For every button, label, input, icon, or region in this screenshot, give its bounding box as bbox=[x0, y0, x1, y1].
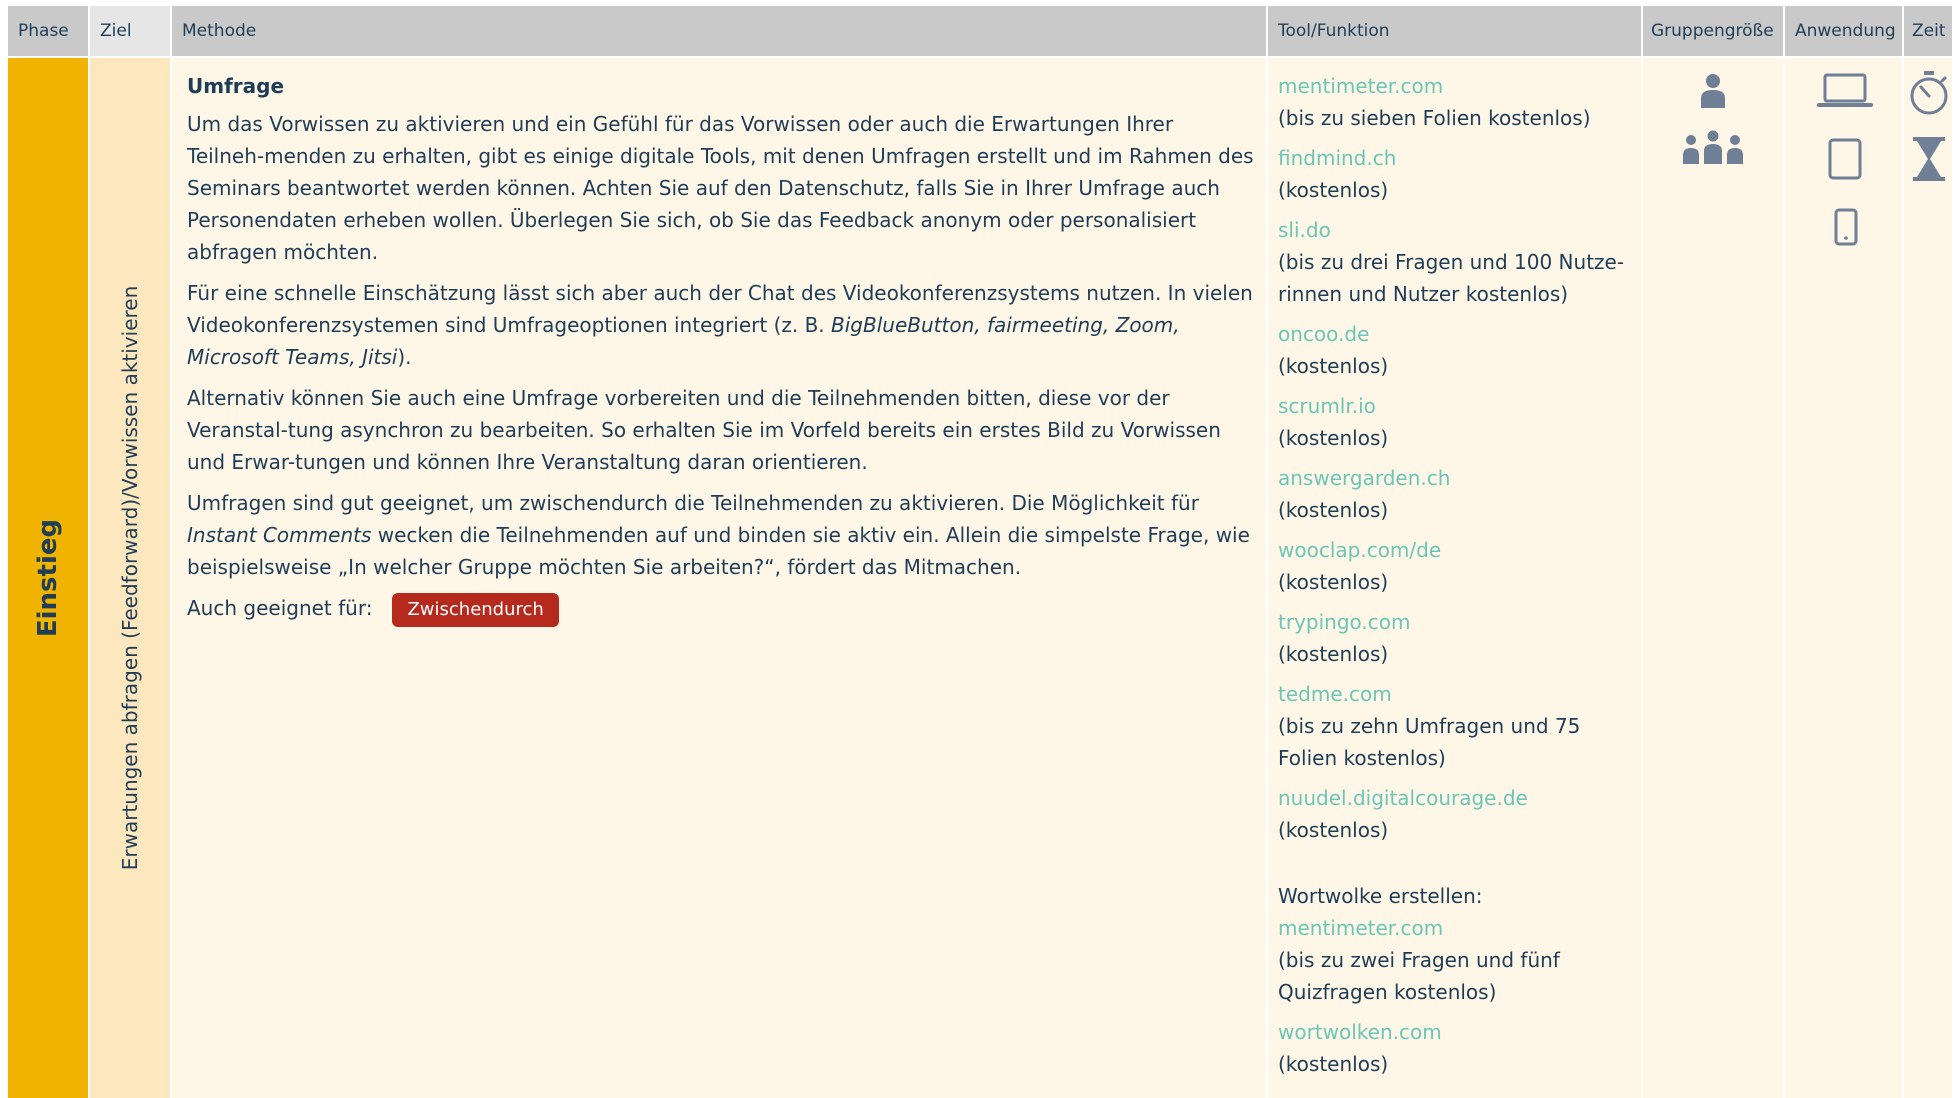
tool-link[interactable]: mentimeter.com bbox=[1278, 70, 1633, 102]
group-icon bbox=[1683, 130, 1743, 164]
tool-item: oncoo.de (kostenlos) bbox=[1278, 318, 1633, 382]
tool-spacer bbox=[1278, 854, 1633, 880]
phase-cell: Einstieg bbox=[8, 58, 88, 1098]
wortwolke-item: mentimeter.com (bis zu zwei Fragen und fü… bbox=[1278, 912, 1633, 1008]
wortwolke-note: (bis zu zwei Fragen und fünf Quizfragen … bbox=[1278, 948, 1560, 1004]
tool-item: sli.do (bis zu drei Fragen und 100 Nutze-… bbox=[1278, 214, 1633, 310]
also-suitable-row: Auch geeignet für: Zwischendurch bbox=[187, 592, 1256, 627]
wortwolke-note: (kostenlos) bbox=[1278, 1052, 1389, 1076]
wortwolke-item: wortwolken.com (kostenlos) bbox=[1278, 1016, 1633, 1080]
tool-link[interactable]: nuudel.digitalcourage.de bbox=[1278, 782, 1633, 814]
methode-paragraph-2: Für eine schnelle Einschätzung lässt sic… bbox=[187, 281, 1253, 369]
method-table: Phase Ziel Methode Tool/Funktion Gruppen… bbox=[8, 6, 1952, 1098]
ziel-cell: Erwartungen abfragen (Feedforward)/Vorwi… bbox=[90, 58, 170, 1098]
methode-paragraph-4: Umfragen sind gut geeignet, um zwischend… bbox=[187, 491, 1250, 579]
tool-link[interactable]: trypingo.com bbox=[1278, 606, 1633, 638]
tool-cell: mentimeter.com (bis zu sieben Folien kost… bbox=[1268, 58, 1641, 1098]
gruppe-cell bbox=[1643, 58, 1783, 1098]
tablet-icon bbox=[1828, 138, 1862, 180]
header-tool: Tool/Funktion bbox=[1268, 6, 1641, 56]
instant-comments-term: Instant Comments bbox=[187, 523, 372, 547]
tool-item: scrumlr.io (kostenlos) bbox=[1278, 390, 1633, 454]
methode-cell: Umfrage Um das Vorwissen zu aktivieren u… bbox=[172, 58, 1266, 1098]
tool-link[interactable]: tedme.com bbox=[1278, 678, 1633, 710]
header-phase: Phase bbox=[8, 6, 88, 56]
tool-item: mentimeter.com (bis zu sieben Folien kost… bbox=[1278, 70, 1633, 134]
tool-note: (bis zu zehn Umfragen und 75 Folien kost… bbox=[1278, 714, 1581, 770]
zwischendurch-badge[interactable]: Zwischendurch bbox=[392, 593, 559, 627]
tool-note: (kostenlos) bbox=[1278, 178, 1389, 202]
also-suitable-label: Auch geeignet für: bbox=[187, 596, 373, 620]
hourglass-icon bbox=[1913, 137, 1945, 181]
tool-note: (kostenlos) bbox=[1278, 426, 1389, 450]
methode-title: Umfrage bbox=[187, 74, 285, 98]
stopwatch-icon bbox=[1910, 71, 1948, 115]
tool-note: (kostenlos) bbox=[1278, 354, 1389, 378]
person-icon bbox=[1701, 74, 1725, 108]
anwendung-cell bbox=[1785, 58, 1902, 1098]
tool-link[interactable]: wooclap.com/de bbox=[1278, 534, 1633, 566]
wortwolke-link[interactable]: wortwolken.com bbox=[1278, 1016, 1633, 1048]
methode-paragraph-3: Alternativ können Sie auch eine Umfrage … bbox=[187, 386, 1221, 474]
tool-item: trypingo.com (kostenlos) bbox=[1278, 606, 1633, 670]
laptop-icon bbox=[1817, 73, 1873, 107]
methode-paragraph-1: Um das Vorwissen zu aktivieren und ein G… bbox=[187, 112, 1254, 264]
tool-link[interactable]: oncoo.de bbox=[1278, 318, 1633, 350]
wortwolke-link[interactable]: mentimeter.com bbox=[1278, 912, 1633, 944]
tool-item: nuudel.digitalcourage.de (kostenlos) bbox=[1278, 782, 1633, 846]
tool-note: (kostenlos) bbox=[1278, 498, 1389, 522]
tool-link[interactable]: sli.do bbox=[1278, 214, 1633, 246]
tool-link[interactable]: scrumlr.io bbox=[1278, 390, 1633, 422]
tool-item: wooclap.com/de (kostenlos) bbox=[1278, 534, 1633, 598]
tool-list: mentimeter.com (bis zu sieben Folien kost… bbox=[1268, 58, 1641, 1080]
tool-link[interactable]: findmind.ch bbox=[1278, 142, 1633, 174]
wortwolke-label: Wortwolke erstellen: bbox=[1278, 884, 1483, 908]
tool-note: (bis zu sieben Folien kostenlos) bbox=[1278, 106, 1591, 130]
header-methode: Methode bbox=[172, 6, 1266, 56]
tool-note: (kostenlos) bbox=[1278, 570, 1389, 594]
tool-note: (kostenlos) bbox=[1278, 642, 1389, 666]
tool-item: findmind.ch (kostenlos) bbox=[1278, 142, 1633, 206]
phase-label: Einstieg bbox=[33, 518, 63, 638]
smartphone-icon bbox=[1834, 208, 1858, 246]
tool-note: (bis zu drei Fragen und 100 Nutze-rinnen… bbox=[1278, 250, 1625, 306]
header-anwendung: Anwendung bbox=[1785, 6, 1902, 56]
header-zeit: Zeit bbox=[1904, 6, 1952, 56]
zeit-cell bbox=[1904, 58, 1952, 1098]
header-gruppe: Gruppengröße bbox=[1643, 6, 1783, 56]
ziel-label: Erwartungen abfragen (Feedforward)/Vorwi… bbox=[118, 285, 142, 871]
tool-note: (kostenlos) bbox=[1278, 818, 1389, 842]
tool-item: tedme.com (bis zu zehn Umfragen und 75 Fo… bbox=[1278, 678, 1633, 774]
tool-item: answergarden.ch (kostenlos) bbox=[1278, 462, 1633, 526]
tool-link[interactable]: answergarden.ch bbox=[1278, 462, 1633, 494]
header-ziel: Ziel bbox=[90, 6, 170, 56]
